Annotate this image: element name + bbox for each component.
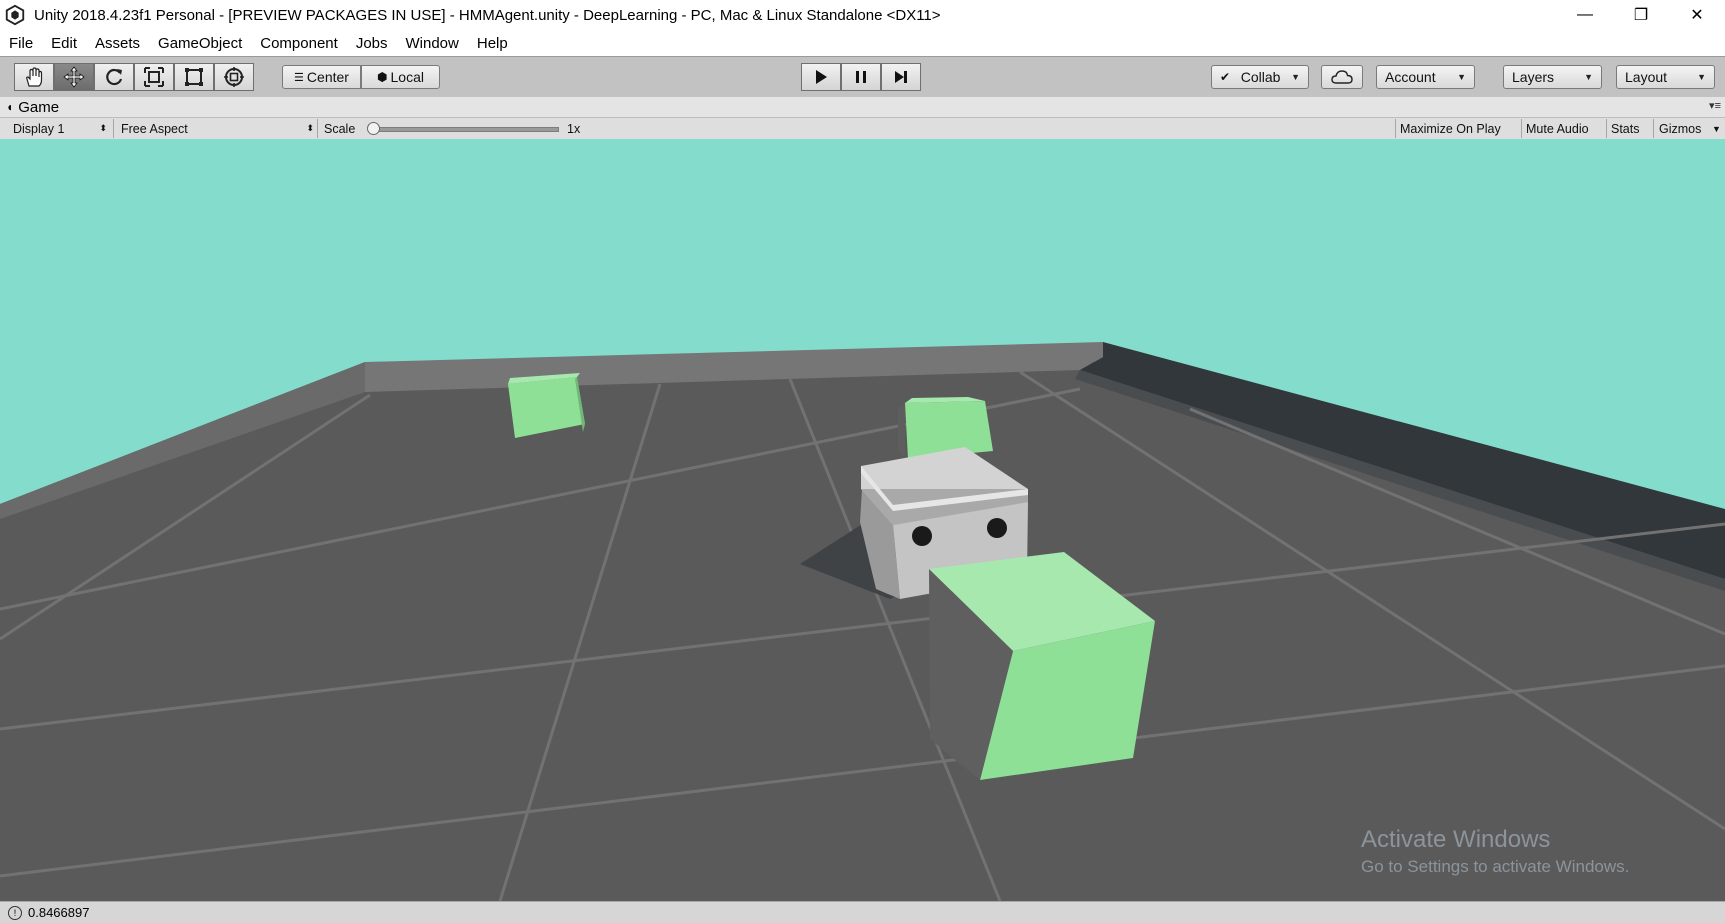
transform-icon [224, 67, 244, 87]
pivot-label: Center [306, 69, 349, 85]
restore-icon: ❐ [1633, 7, 1649, 24]
gizmos-dropdown-icon[interactable]: ▼ [1712, 118, 1721, 139]
rotate-icon [106, 68, 123, 86]
layers-label: Layers [1512, 69, 1555, 85]
pause-button[interactable] [841, 63, 881, 91]
aspect-label: Free Aspect [121, 121, 188, 136]
collab-check-icon: ✔ [1220, 70, 1231, 84]
move-icon [63, 66, 85, 88]
game-controller-icon: ◖ [6, 100, 14, 114]
scene-render [0, 139, 1725, 901]
layers-dropdown[interactable]: Layers ▼ [1503, 65, 1602, 89]
game-viewport[interactable]: Activate Windows Go to Settings to activ… [0, 139, 1725, 901]
menu-edit[interactable]: Edit [42, 35, 86, 52]
menu-component[interactable]: Component [251, 35, 347, 52]
chevron-down-icon: ▼ [1584, 72, 1593, 82]
stats-toggle[interactable]: Stats [1611, 118, 1640, 139]
mute-audio-toggle[interactable]: Mute Audio [1526, 118, 1589, 139]
rect-tool-button[interactable] [174, 63, 214, 91]
pivot-local-toggle[interactable]: ⬢ Local [361, 65, 440, 89]
play-icon [816, 70, 827, 84]
maximize-on-play-toggle[interactable]: Maximize On Play [1400, 118, 1501, 139]
pivot-center-icon: ☰ [294, 71, 304, 84]
tab-menu-icon[interactable]: ▾≡ [1709, 99, 1721, 112]
chevron-down-icon: ▼ [1291, 72, 1300, 82]
tab-game[interactable]: ◖ Game [6, 97, 59, 117]
scale-slider-track [373, 127, 559, 132]
menu-window[interactable]: Window [397, 35, 468, 52]
cloud-button[interactable] [1321, 65, 1363, 89]
hand-tool-button[interactable] [14, 63, 54, 91]
account-label: Account [1385, 69, 1436, 85]
main-toolbar: ☰ Center ⬢ Local ✔ Collab ▼ Account ▼ La… [0, 56, 1725, 98]
pause-icon [856, 71, 866, 83]
move-tool-button[interactable] [54, 63, 94, 91]
menu-file[interactable]: File [0, 35, 42, 52]
game-view-controls: Display 1 ⬍ Free Aspect ⬍ Scale 1x Maxim… [0, 117, 1725, 140]
layout-dropdown[interactable]: Layout ▼ [1616, 65, 1715, 89]
minimize-icon: — [1577, 6, 1593, 23]
transform-tool-button[interactable] [214, 63, 254, 91]
cube-icon: ⬢ [377, 70, 388, 84]
menu-jobs[interactable]: Jobs [347, 35, 397, 52]
chevron-down-icon: ▼ [1457, 72, 1466, 82]
updown-arrow-icon: ⬍ [306, 123, 314, 133]
menu-gameobject[interactable]: GameObject [149, 35, 251, 52]
display-label: Display 1 [13, 121, 65, 136]
game-tab-bar: ◖ Game ▾≡ [0, 97, 1725, 117]
title-bar: Unity 2018.4.23f1 Personal - [PREVIEW PA… [0, 0, 1725, 30]
scale-slider[interactable] [367, 118, 559, 139]
pivot-center-toggle[interactable]: ☰ Center [282, 65, 361, 89]
hand-icon [26, 67, 43, 87]
step-button[interactable] [881, 63, 921, 91]
layout-label: Layout [1625, 69, 1668, 85]
play-button[interactable] [801, 63, 841, 91]
scale-tool-button[interactable] [134, 63, 174, 91]
collab-dropdown[interactable]: ✔ Collab ▼ [1211, 65, 1309, 89]
unity-logo-icon [5, 4, 25, 26]
menu-bar: File Edit Assets GameObject Component Jo… [0, 30, 1725, 56]
activate-windows-subtitle: Go to Settings to activate Windows. [1361, 857, 1630, 876]
window-title: Unity 2018.4.23f1 Personal - [PREVIEW PA… [34, 6, 941, 24]
chevron-down-icon: ▼ [1697, 72, 1706, 82]
rect-tool-icon [185, 68, 203, 86]
scale-label: Scale [324, 121, 356, 136]
gizmos-toggle[interactable]: Gizmos [1659, 118, 1701, 139]
minimize-button[interactable]: — [1557, 0, 1613, 30]
rotate-tool-button[interactable] [94, 63, 134, 91]
scale-icon [144, 67, 164, 87]
updown-arrow-icon: ⬍ [99, 123, 107, 133]
close-button[interactable]: ✕ [1669, 0, 1725, 30]
tab-game-label: Game [18, 98, 60, 116]
restore-button[interactable]: ❐ [1613, 0, 1669, 30]
scale-value: 1x [567, 121, 581, 136]
display-select[interactable]: Display 1 ⬍ [13, 118, 107, 139]
info-icon: ! [8, 905, 22, 920]
status-bar: ! 0.8466897 [0, 901, 1725, 923]
status-message[interactable]: 0.8466897 [28, 905, 89, 920]
green-cube-middle [898, 397, 993, 459]
scale-slider-thumb[interactable] [367, 122, 380, 135]
step-icon [895, 71, 907, 83]
cloud-icon [1331, 70, 1353, 84]
close-icon: ✕ [1690, 7, 1704, 24]
menu-assets[interactable]: Assets [86, 35, 149, 52]
space-label: Local [390, 69, 424, 85]
menu-help[interactable]: Help [468, 35, 517, 52]
activate-windows-title: Activate Windows [1361, 826, 1551, 853]
collab-label: Collab [1240, 69, 1281, 85]
aspect-select[interactable]: Free Aspect ⬍ [121, 118, 314, 139]
account-dropdown[interactable]: Account ▼ [1376, 65, 1475, 89]
